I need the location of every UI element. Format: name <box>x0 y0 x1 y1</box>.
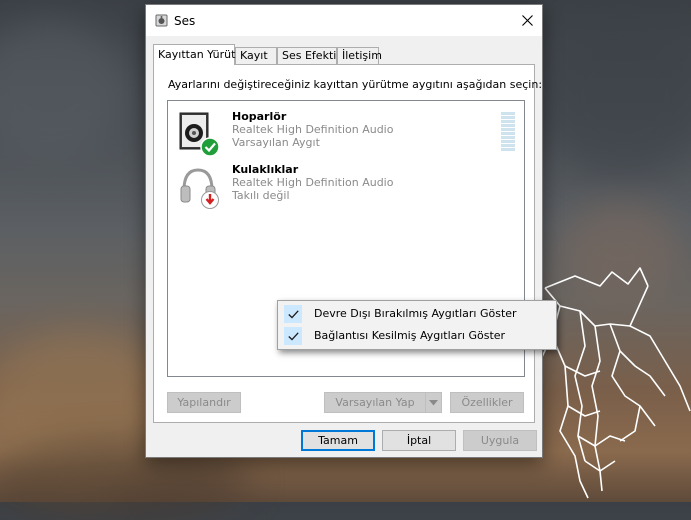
device-item-headphones[interactable]: Kulaklıklar Realtek High Definition Audi… <box>176 162 506 210</box>
ok-button[interactable]: Tamam <box>301 430 375 451</box>
tab-playback[interactable]: Kayıttan Yürüt <box>153 44 235 65</box>
set-default-dropdown[interactable] <box>425 392 442 413</box>
check-icon <box>284 327 302 345</box>
device-name: Kulaklıklar <box>232 163 299 176</box>
configure-button[interactable]: Yapılandır <box>167 392 241 413</box>
device-driver: Realtek High Definition Audio <box>232 176 394 189</box>
instruction-text: Ayarlarını değiştireceğiniz kayıttan yür… <box>168 78 543 91</box>
speaker-default-icon <box>179 112 220 157</box>
check-icon <box>284 305 302 323</box>
menu-item-label: Bağlantısı Kesilmiş Aygıtları Göster <box>314 329 506 342</box>
apply-button[interactable]: Uygula <box>463 430 537 451</box>
sound-dialog: Ses Kayıttan Yürüt Kayıt Ses Efekti İlet… <box>145 4 543 458</box>
set-default-button[interactable]: Varsayılan Yap <box>324 392 426 413</box>
wolf-emblem-icon <box>540 267 691 499</box>
close-button[interactable] <box>512 5 542 36</box>
menu-item-show-disabled[interactable]: Devre Dışı Bırakılmış Aygıtları Göster <box>280 303 554 325</box>
headphones-unplugged-icon <box>180 168 219 209</box>
window-title: Ses <box>174 14 196 28</box>
device-status: Takılı değil <box>232 189 290 202</box>
chevron-down-icon <box>429 400 438 406</box>
device-status: Varsayılan Aygıt <box>232 136 320 149</box>
cancel-button[interactable]: İptal <box>382 430 456 451</box>
tab-recording[interactable]: Kayıt <box>235 47 277 64</box>
device-name: Hoparlör <box>232 110 287 123</box>
speaker-app-icon <box>155 14 168 27</box>
title-bar: Ses <box>146 5 542 36</box>
tab-communication[interactable]: İletişim <box>337 47 382 64</box>
properties-button[interactable]: Özellikler <box>450 392 524 413</box>
menu-item-show-disconnected[interactable]: Bağlantısı Kesilmiş Aygıtları Göster <box>280 325 554 347</box>
close-icon <box>521 15 533 26</box>
playback-panel: Ayarlarını değiştireceğiniz kayıttan yür… <box>153 64 542 423</box>
device-item-speaker[interactable]: Hoparlör Realtek High Definition Audio V… <box>176 109 506 157</box>
volume-level-meter <box>501 112 515 152</box>
menu-item-label: Devre Dışı Bırakılmış Aygıtları Göster <box>314 307 517 320</box>
context-menu: Devre Dışı Bırakılmış Aygıtları Göster B… <box>277 300 557 350</box>
tab-sound-effects[interactable]: Ses Efekti <box>277 47 337 64</box>
device-driver: Realtek High Definition Audio <box>232 123 394 136</box>
